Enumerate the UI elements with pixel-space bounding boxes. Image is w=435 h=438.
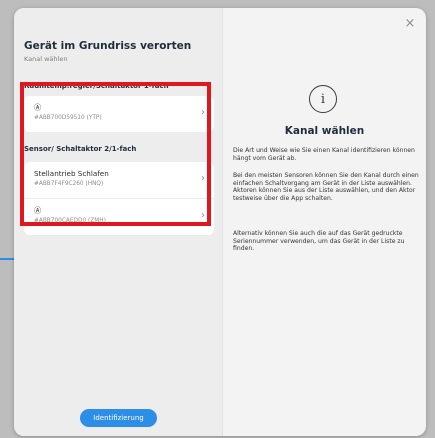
group-label-raumtemp: Raumtemp.regler/Schaltaktor 1-fach: [24, 82, 169, 90]
chevron-right-icon: ›: [201, 107, 205, 118]
channel-item-name: Ⓐ: [34, 206, 42, 215]
info-icon: i: [309, 85, 337, 113]
close-icon[interactable]: ×: [402, 16, 418, 32]
channel-item-name: Stellantrieb Schlafen: [34, 169, 109, 178]
channel-item-serial: #ABB700CAEDD0 (ZMH): [34, 218, 106, 224]
chevron-right-icon: ›: [201, 173, 205, 184]
backdrop-connector-line: [0, 258, 14, 260]
channel-item-hnq[interactable]: Stellantrieb Schlafen #ABB7F4F9C260 (HNQ…: [24, 162, 214, 198]
channel-item-ytp[interactable]: Ⓐ #ABB700D59510 (YTP) ›: [24, 96, 214, 132]
channel-list-panel: Gerät im Grundriss verorten Kanal wählen…: [14, 8, 223, 436]
channel-item-name: Ⓐ: [34, 103, 42, 112]
dialog-title: Gerät im Grundriss verorten: [24, 40, 192, 52]
help-title: Kanal wählen: [284, 125, 365, 137]
channel-item-zmh[interactable]: Ⓐ #ABB700CAEDD0 (ZMH) ›: [24, 198, 214, 235]
channel-card-raumtemp: Ⓐ #ABB700D59510 (YTP) ›: [24, 96, 214, 132]
help-paragraph-2: Bei den meisten Sensoren können Sie den …: [233, 172, 419, 202]
dialog-subtitle: Kanal wählen: [24, 55, 68, 63]
help-paragraph-3: Alternativ können Sie auch die auf das G…: [233, 230, 405, 253]
locate-device-dialog: Gerät im Grundriss verorten Kanal wählen…: [14, 8, 426, 436]
group-label-sensor: Sensor/ Schaltaktor 2/1-fach: [24, 145, 137, 153]
identify-button[interactable]: Identifizierung: [80, 409, 157, 427]
channel-item-serial: #ABB7F4F9C260 (HNQ): [34, 181, 104, 187]
help-panel: × i Kanal wählen Die Art und Weise wie S…: [223, 8, 426, 436]
chevron-right-icon: ›: [201, 210, 205, 221]
channel-item-serial: #ABB700D59510 (YTP): [34, 115, 102, 121]
channel-card-sensor: Stellantrieb Schlafen #ABB7F4F9C260 (HNQ…: [24, 162, 214, 235]
help-paragraph-1: Die Art und Weise wie Sie einen Kanal id…: [233, 147, 415, 162]
